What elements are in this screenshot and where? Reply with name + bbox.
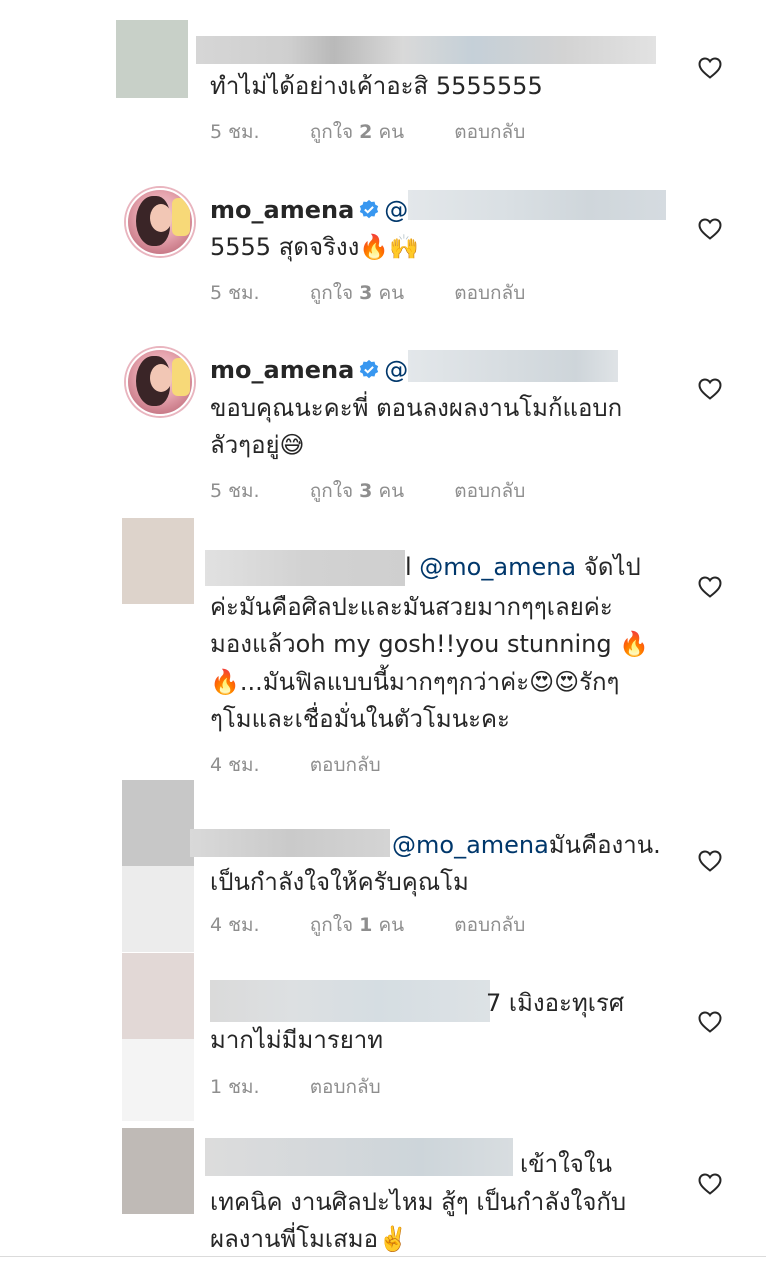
mention[interactable]: @ (384, 356, 408, 384)
like-count[interactable]: ถูกใจ 3 คน (310, 480, 404, 502)
comment-time: 5 ชม. (210, 121, 260, 143)
avatar-blur-lower (122, 1039, 194, 1121)
heart-icon[interactable] (698, 57, 722, 79)
mention[interactable]: @ (384, 196, 408, 224)
redacted-username (196, 36, 656, 64)
reply-button[interactable]: ตอบกลับ (310, 754, 381, 776)
comment-text: 5555 สุดจริงง🔥🙌 (210, 233, 420, 261)
comment-text-line: @mo_amenaมันคืองาน. (392, 831, 661, 859)
comment-time: 5 ชม. (210, 282, 260, 304)
mention[interactable]: @mo_amena (419, 553, 576, 581)
comment-text-line: 🔥...มันฟิลแบบนี้มากๆๆกว่าค่ะ😍😍รักๆ (210, 668, 620, 696)
verified-badge-icon (360, 199, 379, 219)
avatar[interactable] (126, 348, 194, 416)
comment-text-line: ขอบคุณนะคะพี่ ตอนลงผลงานโมก้แอบก (210, 394, 623, 422)
comment-text-line: l @mo_amena จัดไป (405, 553, 641, 581)
like-count[interactable]: ถูกใจ 1 คน (310, 914, 404, 936)
comment-text: ทำไม่ได้อย่างเค้าอะสิ 5555555 (210, 72, 543, 100)
redacted-username (205, 1138, 513, 1176)
avatar[interactable] (122, 1128, 194, 1214)
mention[interactable]: @mo_amena (392, 831, 549, 859)
comment-text-line: มองแล้วoh my gosh!!you stunning 🔥 (210, 630, 650, 658)
avatar[interactable] (122, 518, 194, 604)
like-count[interactable]: ถูกใจ 3 คน (310, 282, 404, 304)
reply-button[interactable]: ตอบกลับ (454, 121, 525, 143)
comment-header: mo_amena @ (210, 352, 408, 389)
comment-text-line: ค่ะมันคือศิลปะและมันสวยมากๆๆเลยค่ะ (210, 593, 613, 621)
avatar[interactable] (122, 953, 194, 1039)
like-count[interactable]: ถูกใจ 2 คน (310, 121, 404, 143)
heart-icon[interactable] (698, 576, 722, 598)
redacted-username (210, 980, 490, 1022)
reply-button[interactable]: ตอบกลับ (454, 914, 525, 936)
avatar[interactable] (122, 780, 194, 866)
comment-meta: 5 ชม. ถูกใจ 3 คน ตอบกลับ (210, 278, 525, 308)
comment-meta: 4 ชม. ตอบกลับ (210, 750, 381, 780)
comment-time: 1 ชม. (210, 1076, 260, 1098)
verified-badge-icon (360, 359, 379, 379)
heart-icon[interactable] (698, 850, 722, 872)
heart-icon[interactable] (698, 1173, 722, 1195)
avatar[interactable] (126, 188, 194, 256)
comment-time: 4 ชม. (210, 754, 260, 776)
username[interactable]: mo_amena (210, 196, 354, 224)
comment-text-line: 7 เมิงอะทุเรศ (486, 989, 625, 1017)
reply-button[interactable]: ตอบกลับ (454, 282, 525, 304)
comment-text-line: เข้าใจใน (520, 1150, 612, 1178)
comment-meta: 5 ชม. ถูกใจ 3 คน ตอบกลับ (210, 476, 525, 506)
avatar[interactable] (116, 20, 188, 98)
comment-time: 5 ชม. (210, 480, 260, 502)
comment-text-line: เทคนิค งานศิลปะไหม สู้ๆ เป็นกำลังใจกับ (210, 1188, 627, 1216)
heart-icon[interactable] (698, 218, 722, 240)
comment-text-line: ลัวๆอยู่😅 (210, 431, 305, 459)
heart-icon[interactable] (698, 1011, 722, 1033)
redacted-username (190, 829, 390, 857)
comment-text-line: มากไม่มีมารยาท (210, 1026, 384, 1054)
comment-header: mo_amena @ (210, 192, 408, 229)
reply-button[interactable]: ตอบกลับ (454, 480, 525, 502)
comment-meta: 5 ชม. ถูกใจ 2 คน ตอบกลับ (210, 117, 525, 147)
reply-button[interactable]: ตอบกลับ (310, 1076, 381, 1098)
comment-meta: 4 ชม. ถูกใจ 1 คน ตอบกลับ (210, 910, 525, 940)
bottom-divider (0, 1256, 766, 1257)
heart-icon[interactable] (698, 378, 722, 400)
comment-text-line: ผลงานพี่โมเสมอ✌️ (210, 1225, 408, 1253)
comment-meta: 1 ชม. ตอบกลับ (210, 1072, 381, 1102)
comment-text-line: ๆโมและเชื่อมั่นในตัวโมนะคะ (210, 705, 510, 733)
comment-time: 4 ชม. (210, 914, 260, 936)
avatar-blur-lower (122, 866, 194, 952)
username[interactable]: mo_amena (210, 356, 354, 384)
comment-text-line: เป็นกำลังใจให้ครับคุณโม (210, 868, 469, 896)
redacted-username (205, 550, 405, 586)
redacted-mention (408, 190, 666, 220)
redacted-mention (408, 350, 618, 382)
